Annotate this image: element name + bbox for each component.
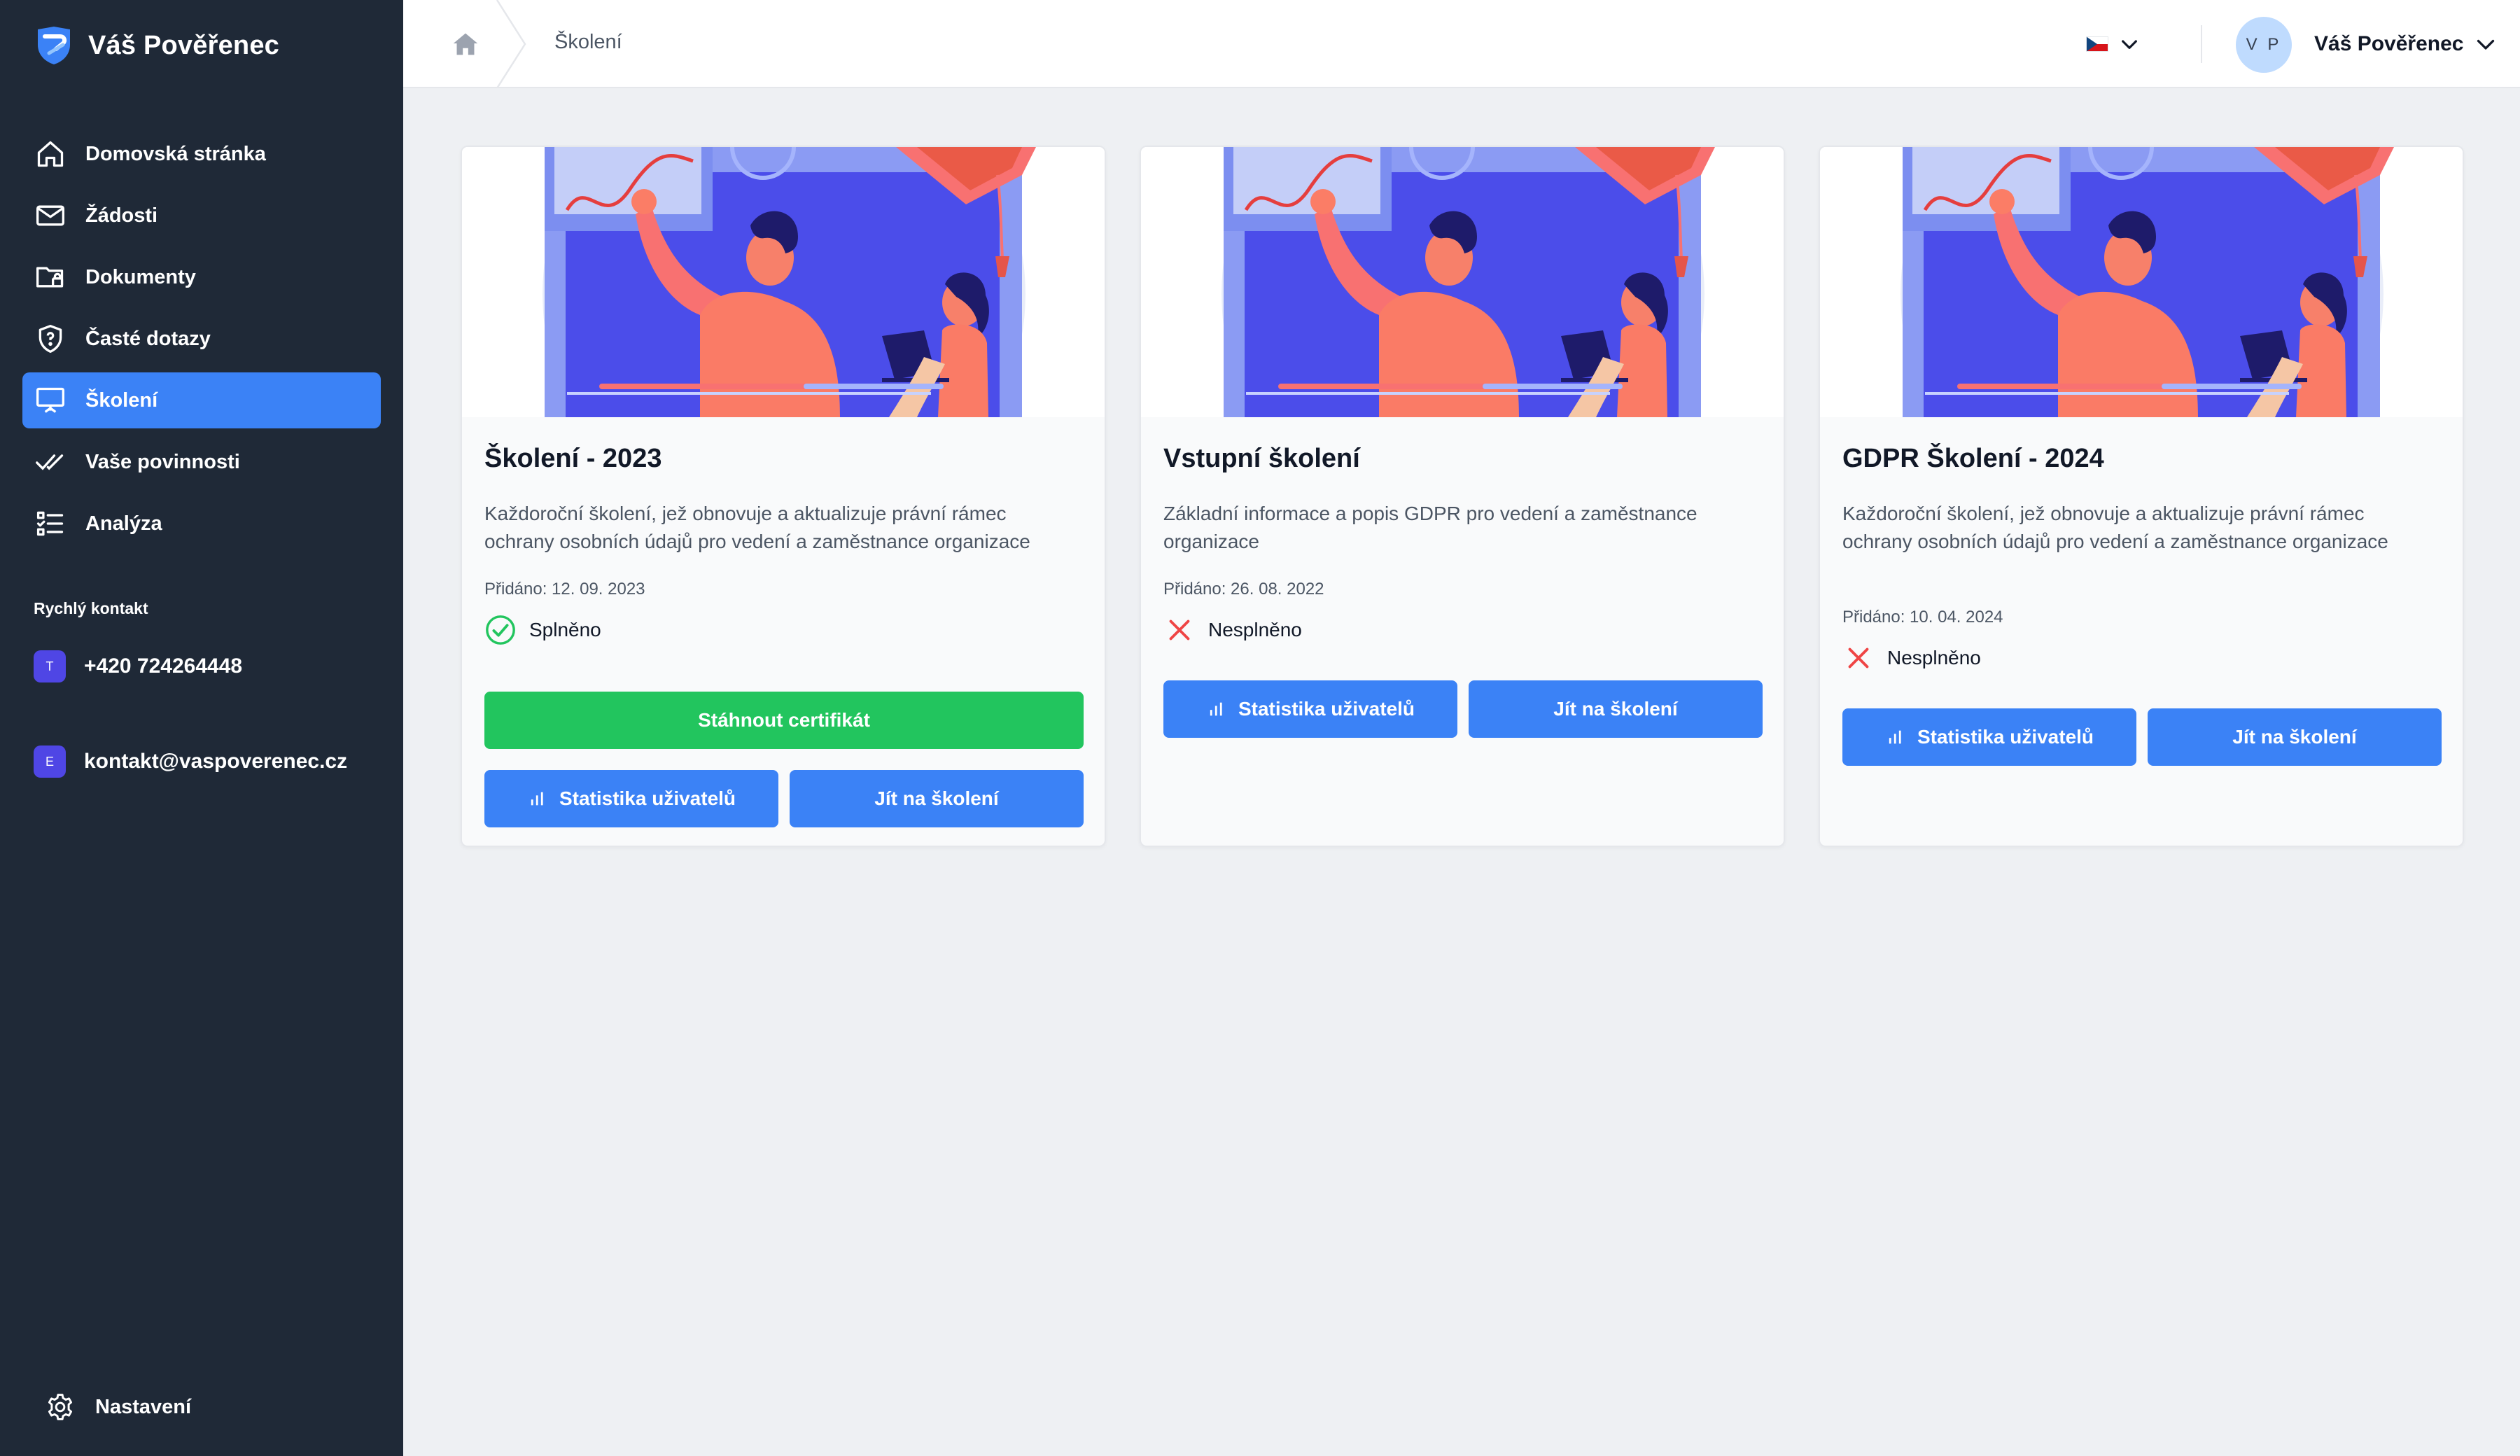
status-text: Nesplněno <box>1887 647 1981 668</box>
download-certificate-button[interactable]: Stáhnout certifikát <box>484 692 1084 749</box>
sidebar-item-obligations[interactable]: Vaše povinnosti <box>22 434 381 490</box>
sidebar-item-label: Analýza <box>85 512 162 535</box>
user-menu[interactable]: Váš Pověřenec <box>2314 28 2498 60</box>
user-statistics-button[interactable]: Statistika uživatelů <box>484 770 778 827</box>
card-description: Základní informace a popis GDPR pro vede… <box>1163 503 1698 552</box>
bar-chart-icon <box>1210 702 1222 716</box>
email-badge: E <box>34 746 66 778</box>
button-label: Jít na školení <box>874 788 999 809</box>
breadcrumb-separator <box>496 0 526 88</box>
breadcrumb-home-icon[interactable] <box>449 28 482 60</box>
sidebar-item-label: Vaše povinnosti <box>85 450 240 473</box>
bar-chart-icon <box>531 792 543 806</box>
cz-flag-icon <box>2086 36 2108 52</box>
sidebar: Váš Pověřenec Domovská stránka Žádosti D… <box>0 0 403 1456</box>
phone-contact[interactable]: T +420 724264448 <box>34 649 242 684</box>
sidebar-item-training[interactable]: Školení <box>22 372 381 428</box>
card-date: Přidáno: 26. 08. 2022 <box>1163 580 1324 598</box>
sidebar-nav: Domovská stránka Žádosti Dokumenty Časté… <box>22 126 381 557</box>
status-badge: Splněno <box>484 612 601 648</box>
sidebar-item-analysis[interactable]: Analýza <box>22 496 381 552</box>
training-card: GDPR Školení - 2024 Každoroční školení, … <box>1819 146 2464 847</box>
top-bar: Školení V P Váš Pověřenec <box>403 0 2520 88</box>
training-illustration <box>462 147 1105 417</box>
sidebar-item-label: Časté dotazy <box>85 327 211 350</box>
x-icon <box>1169 620 1190 640</box>
button-label: Stáhnout certifikát <box>698 709 870 731</box>
double-check-icon <box>34 445 67 479</box>
training-card: Školení - 2023 Každoroční školení, jež o… <box>461 146 1106 847</box>
user-name: Váš Pověřenec <box>2314 32 2464 55</box>
email-contact[interactable]: E kontakt@vaspoverenec.cz <box>34 744 347 779</box>
folder-lock-icon <box>34 260 67 294</box>
bar-chart-icon <box>1889 730 1901 744</box>
shield-logo-icon <box>38 27 70 64</box>
shield-question-icon <box>34 322 67 356</box>
training-illustration <box>1141 147 1784 417</box>
list-check-icon <box>34 507 67 540</box>
phone-number: +420 724264448 <box>84 654 243 678</box>
sidebar-item-label: Žádosti <box>85 204 158 227</box>
status-badge: Nesplněno <box>1163 612 1302 648</box>
presentation-icon <box>34 384 67 417</box>
home-icon <box>34 137 67 171</box>
settings-label: Nastavení <box>95 1395 192 1418</box>
user-statistics-button[interactable]: Statistika uživatelů <box>1163 680 1457 738</box>
brand-name: Váš Pověřenec <box>88 30 279 60</box>
sidebar-item-label: Dokumenty <box>85 265 196 288</box>
language-selector[interactable] <box>2086 27 2141 62</box>
check-circle-icon <box>486 615 515 645</box>
training-illustration <box>1820 147 2463 417</box>
settings-button[interactable]: Nastavení <box>45 1386 191 1428</box>
status-badge: Nesplněno <box>1842 640 1981 676</box>
sidebar-item-faq[interactable]: Časté dotazy <box>22 311 381 367</box>
sidebar-item-label: Domovská stránka <box>85 142 266 165</box>
go-to-training-button[interactable]: Jít na školení <box>790 770 1084 827</box>
mail-icon <box>34 199 67 232</box>
phone-badge: T <box>34 650 66 682</box>
button-label: Statistika uživatelů <box>559 788 736 809</box>
status-text: Nesplněno <box>1208 619 1302 640</box>
card-date: Přidáno: 12. 09. 2023 <box>484 580 645 598</box>
quick-contact-title: Rychlý kontakt <box>34 599 148 617</box>
breadcrumb[interactable]: Školení <box>554 31 622 54</box>
card-title: Školení - 2023 <box>484 444 662 473</box>
button-label: Jít na školení <box>1553 698 1678 720</box>
button-label: Jít na školení <box>2232 726 2357 748</box>
sidebar-item-home[interactable]: Domovská stránka <box>22 126 381 182</box>
card-title: Vstupní školení <box>1163 444 1360 473</box>
training-card: Vstupní školení Základní informace a pop… <box>1140 146 1785 847</box>
button-label: Statistika uživatelů <box>1238 698 1415 720</box>
status-text: Splněno <box>529 619 601 640</box>
sidebar-item-requests[interactable]: Žádosti <box>22 188 381 244</box>
card-description: Každoroční školení, jež obnovuje a aktua… <box>1842 503 2388 552</box>
gear-icon <box>48 1394 73 1420</box>
header-divider <box>2201 25 2202 63</box>
card-title: GDPR Školení - 2024 <box>1842 444 2104 473</box>
sidebar-item-label: Školení <box>85 388 158 412</box>
email-address: kontakt@vaspoverenec.cz <box>84 750 348 773</box>
go-to-training-button[interactable]: Jít na školení <box>2148 708 2442 766</box>
avatar[interactable]: V P <box>2236 17 2292 73</box>
user-statistics-button[interactable]: Statistika uživatelů <box>1842 708 2136 766</box>
x-icon <box>1848 648 1869 668</box>
card-date: Přidáno: 10. 04. 2024 <box>1842 608 2003 626</box>
brand-logo[interactable]: Váš Pověřenec <box>35 21 279 70</box>
chevron-down-icon <box>2122 40 2137 49</box>
chevron-down-icon <box>2477 39 2495 50</box>
sidebar-item-documents[interactable]: Dokumenty <box>22 249 381 305</box>
button-label: Statistika uživatelů <box>1917 726 2094 748</box>
go-to-training-button[interactable]: Jít na školení <box>1469 680 1763 738</box>
card-description: Každoroční školení, jež obnovuje a aktua… <box>484 503 1030 552</box>
